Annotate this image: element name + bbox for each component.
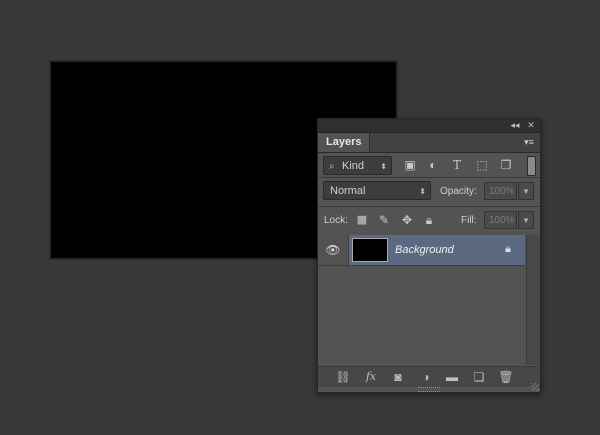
chevron-updown-icon: ⬍ [380,162,387,171]
opacity-dropdown-button[interactable]: ▼ [518,182,534,200]
trash-icon[interactable]: 🗑︎ [498,369,514,385]
chevron-down-icon: ▼ [522,187,530,196]
lock-transparent-pixels-icon[interactable]: ▩ [354,212,370,228]
opacity-field[interactable]: 100% [484,182,517,200]
mask-icon[interactable]: ◙ [390,369,406,385]
blend-row: Normal ⬍ Opacity: 100% ▼ [318,178,540,206]
lock-all-icon[interactable]: 🔒︎ [421,212,437,228]
filter-row: ⌕ Kind ⬍ ▣ ◐ T ⬚ ❐ [318,153,540,178]
layer-name[interactable]: Background [395,235,454,265]
chevron-updown-icon: ⬍ [419,187,426,196]
lock-position-icon[interactable]: ✥ [399,212,415,228]
layers-panel: ◂◂ ✕ Layers ▾≡ ⌕ Kind ⬍ ▣ ◐ T ⬚ ❐ Normal… [317,118,541,393]
blend-mode-dropdown[interactable]: Normal ⬍ [323,181,431,200]
folder-icon[interactable]: ▬ [444,369,460,385]
chevron-down-icon: ▼ [522,216,530,225]
pixel-filter-icon[interactable]: ▣ [402,157,418,173]
panel-tab-row: Layers ▾≡ [318,133,540,153]
layer-thumbnail [352,238,388,262]
lock-row: Lock: ▩ ✎ ✥ 🔒︎ Fill: 100% ▼ [318,207,540,234]
search-icon: ⌕ [329,161,335,172]
adjustment-filter-icon[interactable]: ◐ [425,157,441,173]
tab-layers[interactable]: Layers [318,133,371,152]
resize-corner[interactable] [531,383,539,391]
new-layer-icon[interactable]: ❏ [471,369,487,385]
adjustment-icon[interactable]: ◑ [418,369,434,385]
kind-filter-dropdown[interactable]: ⌕ Kind ⬍ [323,156,392,175]
lock-image-pixels-icon[interactable]: ✎ [376,212,392,228]
layer-row[interactable]: 👁︎ Background 🔒︎ [318,235,525,266]
blend-mode-value: Normal [330,185,366,197]
eye-icon[interactable]: 👁︎ [318,235,349,265]
type-filter-icon[interactable]: T [449,157,465,173]
fill-dropdown-button[interactable]: ▼ [518,211,534,229]
panel-resize-grip[interactable] [418,387,440,392]
fill-label: Fill: [461,215,477,226]
lock-icon: 🔒︎ [505,243,511,255]
shape-filter-icon[interactable]: ⬚ [474,157,490,173]
layer-selection-highlight[interactable]: Background 🔒︎ [349,235,525,265]
layers-scrollbar[interactable] [526,235,540,365]
opacity-label: Opacity: [440,186,477,197]
layers-list[interactable]: 👁︎ Background 🔒︎ [318,235,525,365]
fill-field[interactable]: 100% [484,211,517,229]
smart-object-filter-icon[interactable]: ❐ [498,157,514,173]
link-icon[interactable]: ⛓ [335,369,351,385]
panel-menu-icon[interactable]: ▾≡ [522,136,536,148]
collapse-icon[interactable]: ◂◂ [508,119,522,132]
lock-label: Lock: [324,215,348,226]
kind-filter-label: Kind [342,160,365,172]
panel-bottom-bar: ⛓ fx ◙ ◑ ▬ ❏ 🗑︎ [318,366,540,387]
close-icon[interactable]: ✕ [524,119,538,132]
panel-title-strip[interactable]: ◂◂ ✕ [318,119,540,133]
fx-icon[interactable]: fx [363,369,379,385]
filter-toggle-switch[interactable] [527,156,536,176]
